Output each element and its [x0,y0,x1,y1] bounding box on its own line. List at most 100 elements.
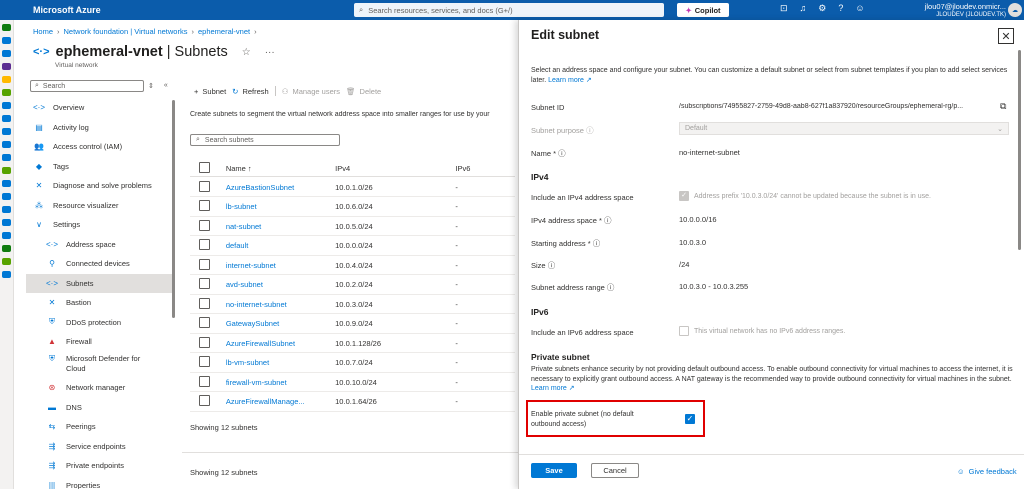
table-row[interactable]: internet-subnet 10.0.4.0/24 - [190,256,515,275]
create-icon[interactable] [2,24,11,31]
subnet-name-link[interactable]: avd-subnet [226,280,335,289]
table-row[interactable]: no-internet-subnet 10.0.3.0/24 - [190,295,515,314]
subnet-name-link[interactable]: no-internet-subnet [226,300,335,309]
subnet-name-link[interactable]: internet-subnet [226,261,335,270]
row-checkbox[interactable] [199,356,210,367]
table-row[interactable]: default 10.0.0.0/24 - [190,237,515,256]
sidebar-item-peerings[interactable]: ⇆ Peerings [26,417,174,436]
column-name[interactable]: Name ↑ [226,164,335,173]
subnet-name-link[interactable]: lb-vm-subnet [226,358,335,367]
sidebar-item-connected-devices[interactable]: ⚲ Connected devices [26,254,174,273]
cost-icon[interactable] [2,258,11,265]
copy-icon[interactable]: ⧉ [1000,101,1006,112]
save-button[interactable]: Save [531,463,577,478]
sidebar-item-microsoft-defender-for[interactable]: ⛨ Microsoft Defender for Cloud [26,352,174,378]
sidebar-item-overview[interactable]: <·> Overview [26,98,174,117]
close-button[interactable]: ✕ [998,28,1014,44]
select-all-checkbox[interactable] [199,161,210,173]
menu-search-input[interactable]: ⌕ Search [30,80,144,92]
table-row[interactable]: lb-vm-subnet 10.0.7.0/24 - [190,354,515,373]
breadcrumb-home[interactable]: Home [33,27,53,36]
subnet-name-link[interactable]: AzureBastionSubnet [226,183,335,192]
table-row[interactable]: GatewaySubnet 10.0.9.0/24 - [190,315,515,334]
more-icon[interactable]: ··· [265,47,275,58]
breadcrumb-vnets[interactable]: Network foundation | Virtual networks [64,27,188,36]
copilot-button[interactable]: ✦ Copilot [677,3,729,17]
subnet-name-link[interactable]: firewall-vm-subnet [226,378,335,387]
learn-more-link[interactable]: Learn more [548,77,584,84]
feedback-icon[interactable]: ☺ [855,3,864,14]
expand-icon[interactable]: ⇕ [148,82,154,90]
table-row[interactable]: lb-subnet 10.0.6.0/24 - [190,198,515,217]
row-checkbox[interactable] [199,180,210,192]
help-icon[interactable]: ? [838,3,843,14]
sidebar-item-access-control-iam-[interactable]: 👥 Access control (IAM) [26,137,174,156]
subnet-name-link[interactable]: GatewaySubnet [226,319,335,328]
row-checkbox[interactable] [199,258,210,270]
gear-icon[interactable]: ⚙ [818,3,826,14]
add-subnet-button[interactable]: + Subnet [194,87,226,96]
table-row[interactable]: AzureFirewallManage... 10.0.1.64/26 - [190,393,515,412]
favorites-icon[interactable] [2,76,11,83]
sql-icon[interactable] [2,128,11,135]
subnet-name-link[interactable]: AzureFirewallManage... [226,397,335,406]
favorite-star-icon[interactable]: ☆ [242,47,251,58]
sidebar-item-activity-log[interactable]: ▤ Activity log [26,118,174,137]
breadcrumb-vnet[interactable]: ephemeral-vnet [198,27,250,36]
delete-button[interactable]: 🗑 Delete [346,87,381,96]
subnet-name-link[interactable]: AzureFirewallSubnet [226,339,335,348]
cloud-shell-icon[interactable]: ⊡ [780,3,788,14]
sidebar-item-diagnose-and-solve-problems[interactable]: ✕ Diagnose and solve problems [26,176,174,195]
panel-scrollbar[interactable] [1018,50,1021,250]
row-checkbox[interactable] [199,297,210,309]
row-checkbox[interactable] [199,375,210,387]
table-row[interactable]: AzureFirewallSubnet 10.0.1.128/26 - [190,334,515,353]
functions-icon[interactable] [2,115,11,122]
row-checkbox[interactable] [199,200,210,211]
bell-icon[interactable]: ♫ [800,3,807,14]
include-ipv4-checkbox[interactable]: ✓ [679,191,689,201]
refresh-button[interactable]: ↻ Refresh [232,87,269,96]
sidebar-item-tags[interactable]: ◆ Tags [26,157,174,176]
collapse-icon[interactable]: « [164,82,168,90]
sidebar-item-address-space[interactable]: <·> Address space [26,235,174,254]
row-checkbox[interactable] [199,278,210,289]
row-checkbox[interactable] [199,239,210,250]
enable-private-subnet-checkbox[interactable]: ✓ [685,414,695,424]
vnet-icon[interactable] [2,193,11,200]
avatar[interactable]: ☁ [1008,3,1022,17]
sidebar-item-private-endpoints[interactable]: ⇶ Private endpoints [26,456,174,475]
sidebar-item-service-endpoints[interactable]: ⇶ Service endpoints [26,437,174,456]
cosmos-icon[interactable] [2,141,11,148]
subnet-name-link[interactable]: nat-subnet [226,222,335,231]
monitor-icon[interactable] [2,219,11,226]
sidebar-item-resource-visualizer[interactable]: ⁂ Resource visualizer [26,196,174,215]
account-info[interactable]: jlou07@jloudev.onmicr... JLOUDEV (JLOUDE… [896,2,1006,20]
advisor-icon[interactable] [2,232,11,239]
table-row[interactable]: nat-subnet 10.0.5.0/24 - [190,217,515,236]
dashboard-icon[interactable] [2,50,11,57]
table-row[interactable]: AzureBastionSubnet 10.0.1.0/26 - [190,178,515,197]
brand[interactable]: Microsoft Azure [33,5,333,15]
home-icon[interactable] [2,37,11,44]
manage-users-button[interactable]: ⚇ Manage users [282,87,340,96]
subnet-name-link[interactable]: default [226,241,335,250]
all-services-icon[interactable] [2,63,11,70]
help-support-icon[interactable] [2,271,11,278]
sidebar-item-bastion[interactable]: ✕ Bastion [26,293,174,312]
give-feedback-link[interactable]: ☺ Give feedback [957,467,1017,476]
table-row[interactable]: avd-subnet 10.0.2.0/24 - [190,276,515,295]
sidebar-item-properties[interactable]: ||| Properties [26,476,174,489]
sidebar-item-firewall[interactable]: ▲ Firewall [26,332,174,351]
app-services-icon[interactable] [2,102,11,109]
entra-icon[interactable] [2,206,11,213]
global-search-input[interactable]: ⌕ Search resources, services, and docs (G… [354,3,664,17]
subnet-search-input[interactable]: ⌕ Search subnets [190,134,340,146]
resource-groups-icon[interactable] [2,89,11,96]
include-ipv6-checkbox[interactable] [679,326,689,336]
sidebar-item-settings[interactable]: ∨ Settings [26,215,174,234]
row-checkbox[interactable] [199,317,210,328]
menu-scrollbar[interactable] [172,100,175,318]
row-checkbox[interactable] [199,395,210,406]
private-learn-more-link[interactable]: Learn more [531,385,567,392]
